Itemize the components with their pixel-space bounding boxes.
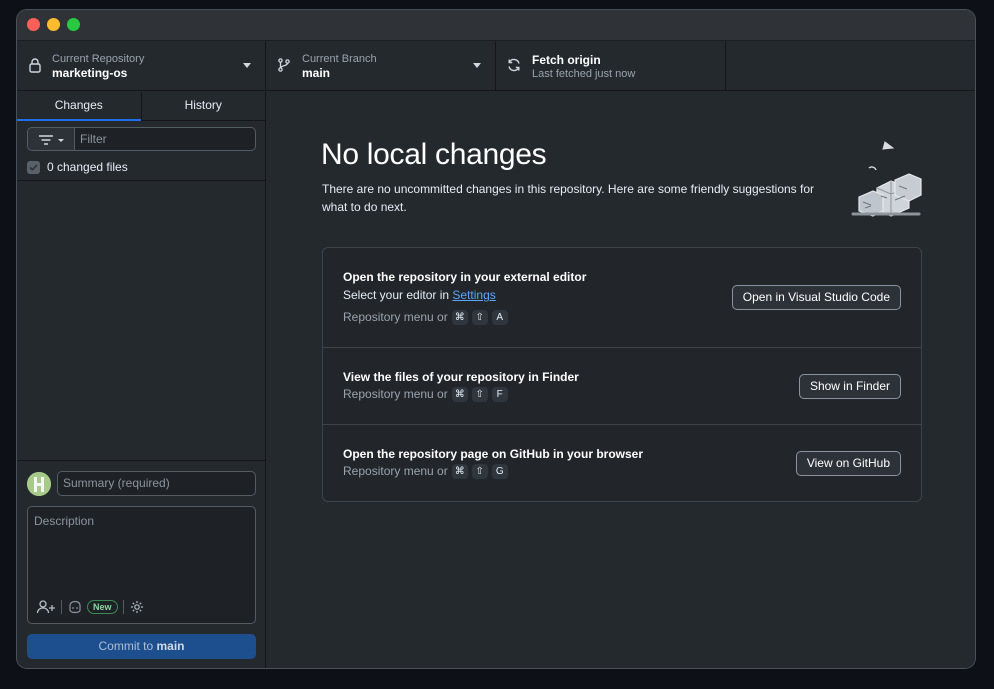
chevron-down-icon [243,63,251,68]
command-key: ⌘ [451,463,468,479]
shortcut-label: Repository menu or [343,464,448,478]
commit-button[interactable]: Commit to main [27,634,256,659]
divider [17,180,265,181]
toolbar: Current Repository marketing-os Current … [17,41,975,91]
git-branch-icon [278,58,290,72]
letter-key: G [491,463,508,479]
current-repository-name: marketing-os [52,66,128,80]
checkmark-icon [29,163,38,171]
commit-button-prefix: Commit to [98,639,157,653]
commit-button-branch: main [156,639,185,653]
tab-history[interactable]: History [142,92,266,120]
avatar [27,472,51,496]
settings-link[interactable]: Settings [452,288,495,302]
page-title: No local changes [321,138,547,171]
avatar-image [27,472,51,496]
filter-row: Filter [27,127,256,151]
title-bar [17,10,975,41]
settings-prefix-text: Select your editor in [343,288,453,302]
current-branch-name: main [302,66,331,80]
divider [61,600,62,614]
last-fetched-text: Last fetched just now [532,68,636,80]
shift-key: ⇧ [471,463,488,479]
letter-key: A [491,309,508,325]
filter-icon [39,135,64,145]
shift-key: ⇧ [471,309,488,325]
letter-key: F [491,386,508,402]
shift-key: ⇧ [471,386,488,402]
copilot-icon[interactable] [67,599,83,615]
shortcut-label: Repository menu or [343,387,448,401]
close-window-button[interactable] [27,18,40,31]
shortcut-label: Repository menu or [343,310,448,324]
sidebar-tabs: Changes History [17,92,265,121]
command-key: ⌘ [451,386,468,402]
select-all-checkbox[interactable] [27,160,40,174]
gear-icon[interactable] [129,599,145,615]
open-in-vscode-button[interactable]: Open in Visual Studio Code [731,285,901,310]
empty-state-illustration [851,141,922,217]
fetch-origin-title: Fetch origin [532,53,601,67]
divider [122,600,124,614]
command-key: ⌘ [451,309,468,325]
description-textarea[interactable]: Description New [27,506,256,624]
keyboard-shortcut: Repository menu or ⌘ ⇧ G [343,463,508,479]
changed-files-count: 0 changed files [47,160,128,174]
suggestion-show-in-finder: View the files of your repository in Fin… [323,348,921,425]
suggestion-title: Open the repository in your external edi… [343,270,587,284]
add-coauthor-icon[interactable] [36,599,56,615]
suggestion-view-on-github: Open the repository page on GitHub in yo… [323,425,921,502]
chevron-down-icon [473,63,481,68]
suggestion-title: Open the repository page on GitHub in yo… [343,447,644,461]
page-subtitle: There are no uncommitted changes in this… [322,182,815,214]
current-repository-dropdown[interactable]: Current Repository marketing-os [17,41,266,90]
suggestion-title: View the files of your repository in Fin… [343,370,579,384]
fetch-origin-button[interactable]: Fetch origin Last fetched just now [496,41,726,90]
main-panel: No local changes There are no uncommitte… [267,92,975,668]
description-placeholder: Description [34,514,95,528]
tab-changes[interactable]: Changes [17,92,142,121]
commit-area: Summary (required) Description New Commi… [17,460,265,668]
suggestion-description: Select your editor in Settings [343,288,496,302]
new-badge: New [87,600,118,614]
zoom-window-button[interactable] [67,18,80,31]
description-toolbar: New [36,598,145,616]
lock-icon [29,58,41,73]
view-on-github-button[interactable]: View on GitHub [795,451,901,476]
summary-input[interactable]: Summary (required) [57,471,256,496]
select-all-files-row[interactable]: 0 changed files [27,158,128,176]
suggestions-list: Open the repository in your external edi… [322,247,922,502]
keyboard-shortcut: Repository menu or ⌘ ⇧ F [343,386,508,402]
filter-input[interactable]: Filter [75,127,256,151]
minimize-window-button[interactable] [47,18,60,31]
filter-options-button[interactable] [27,127,75,151]
sync-icon [508,58,520,72]
sidebar: Changes History Filter 0 changed files S… [17,92,266,668]
current-branch-dropdown[interactable]: Current Branch main [266,41,496,90]
app-window: Current Repository marketing-os Current … [16,9,976,669]
show-in-finder-button[interactable]: Show in Finder [798,374,901,399]
keyboard-shortcut: Repository menu or ⌘ ⇧ A [343,309,508,325]
current-branch-label: Current Branch [302,53,377,65]
current-repository-label: Current Repository [52,53,145,65]
suggestion-open-editor: Open the repository in your external edi… [323,248,921,348]
